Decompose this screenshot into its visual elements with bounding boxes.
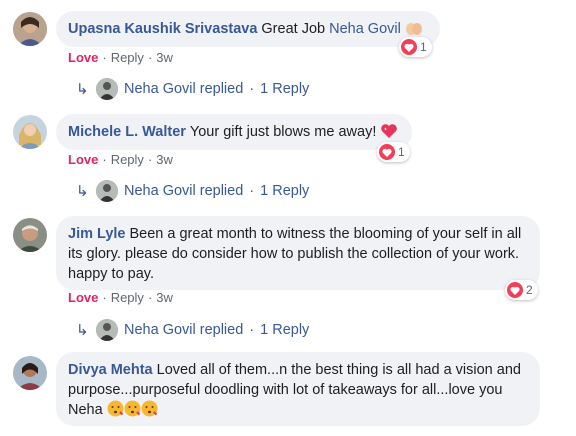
avatar[interactable] xyxy=(13,218,47,252)
reply-count[interactable]: 1 Reply xyxy=(260,183,309,199)
comment-text: Been a great month to witness the bloomi… xyxy=(68,226,522,282)
separator: · xyxy=(249,322,255,338)
replies-link[interactable]: ↳ Neha Govil replied · 1 Reply xyxy=(76,77,309,101)
kissing-face-emoji xyxy=(141,400,158,423)
love-button[interactable]: Love xyxy=(68,290,98,305)
replies-link[interactable]: ↳ Neha Govil replied · 1 Reply xyxy=(76,179,309,203)
reaction-count[interactable]: 1 xyxy=(377,142,410,162)
reply-button[interactable]: Reply xyxy=(111,152,144,167)
comment-actions: Love · Reply · 3w xyxy=(68,151,173,169)
comment-item: Jim Lyle Been a great month to witness th… xyxy=(0,207,576,345)
heart-icon xyxy=(401,39,417,55)
comment-bubble: Jim Lyle Been a great month to witness th… xyxy=(56,216,540,290)
comment-actions: Love · Reply · 3w xyxy=(68,49,173,67)
reply-button[interactable]: Reply xyxy=(111,50,144,65)
avatar xyxy=(96,78,118,100)
separator: · xyxy=(102,152,107,167)
reaction-number: 2 xyxy=(526,283,533,297)
avatar[interactable] xyxy=(13,115,47,149)
replies-link[interactable]: ↳ Neha Govil replied · 1 Reply xyxy=(76,318,309,342)
reply-count[interactable]: 1 Reply xyxy=(260,322,309,338)
comment-author[interactable]: Michele L. Walter xyxy=(68,124,186,140)
comment-author[interactable]: Divya Mehta xyxy=(68,362,153,378)
replied-by-text[interactable]: Neha Govil replied xyxy=(124,322,243,338)
avatar[interactable] xyxy=(13,356,47,390)
reply-count[interactable]: 1 Reply xyxy=(260,81,309,97)
reply-button[interactable]: Reply xyxy=(111,290,144,305)
love-button[interactable]: Love xyxy=(68,50,98,65)
comment-item: Divya Mehta Loved all of them...n the bes… xyxy=(0,348,576,436)
timestamp[interactable]: 3w xyxy=(156,50,173,65)
separator: · xyxy=(249,81,255,97)
reaction-number: 1 xyxy=(398,145,405,159)
kissing-face-emoji xyxy=(124,400,141,423)
comment-bubble: Upasna Kaushik Srivastava Great Job Neha … xyxy=(56,11,440,47)
heart-icon xyxy=(507,282,523,298)
avatar xyxy=(96,180,118,202)
reaction-count[interactable]: 2 xyxy=(505,280,538,300)
avatar[interactable] xyxy=(13,12,47,46)
avatar xyxy=(96,319,118,341)
comment-text: Great Job xyxy=(261,21,330,37)
separator: · xyxy=(147,50,153,65)
replied-by-text[interactable]: Neha Govil replied xyxy=(124,183,243,199)
separator: · xyxy=(102,50,107,65)
reaction-count[interactable]: 1 xyxy=(399,37,432,57)
reply-arrow-icon: ↳ xyxy=(76,183,89,200)
reply-arrow-icon: ↳ xyxy=(76,81,89,98)
comment-author[interactable]: Upasna Kaushik Srivastava xyxy=(68,21,257,37)
love-button[interactable]: Love xyxy=(68,152,98,167)
comment-bubble: Divya Mehta Loved all of them...n the bes… xyxy=(56,352,540,426)
comment-author[interactable]: Jim Lyle xyxy=(68,226,126,242)
timestamp[interactable]: 3w xyxy=(156,152,173,167)
separator: · xyxy=(147,290,153,305)
timestamp[interactable]: 3w xyxy=(156,290,173,305)
comment-item: Michele L. Walter Your gift just blows me… xyxy=(0,103,576,203)
separator: · xyxy=(147,152,153,167)
tagged-user[interactable]: Neha Govil xyxy=(329,21,401,37)
heart-icon xyxy=(379,144,395,160)
comment-text: Your gift just blows me away! xyxy=(189,124,377,140)
reaction-number: 1 xyxy=(420,40,427,54)
separator: · xyxy=(249,183,255,199)
replied-by-text[interactable]: Neha Govil replied xyxy=(124,81,243,97)
comment-item: Upasna Kaushik Srivastava Great Job Neha … xyxy=(0,0,576,100)
comment-actions: Love · Reply · 3w xyxy=(68,289,173,307)
separator: · xyxy=(102,290,107,305)
comment-bubble: Michele L. Walter Your gift just blows me… xyxy=(56,114,412,150)
kissing-face-emoji xyxy=(107,400,124,423)
reply-arrow-icon: ↳ xyxy=(76,322,89,339)
